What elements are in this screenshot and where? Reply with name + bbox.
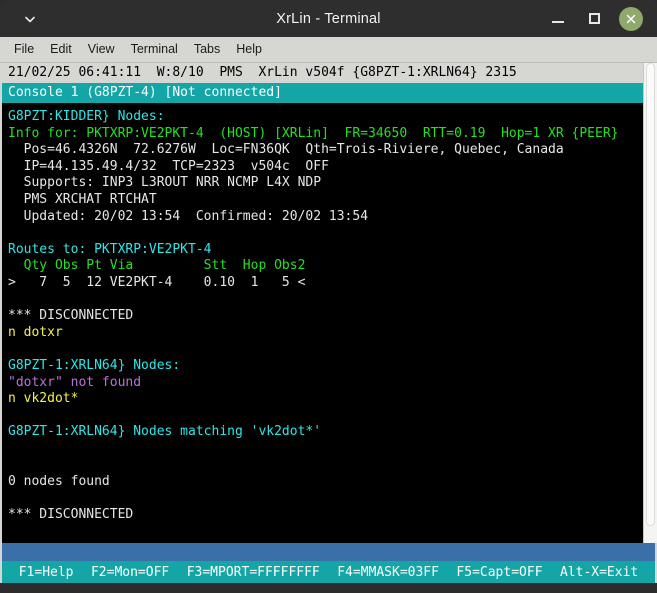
terminal-line: G8PZT-1:XRLN64} Nodes: bbox=[8, 357, 181, 373]
scrollbar-thumb[interactable] bbox=[646, 63, 655, 526]
maximize-icon bbox=[588, 13, 600, 24]
menu-bar: File Edit View Terminal Tabs Help bbox=[0, 37, 657, 63]
close-button[interactable] bbox=[619, 6, 643, 31]
terminal-console-line: Console 1 (G8PZT-4) [Not connected] bbox=[2, 83, 643, 103]
fkey-f3-mport[interactable]: F3=MPORT=FFFFFFFF bbox=[185, 565, 322, 580]
terminal-line: G8PZT:KIDDER} Nodes: bbox=[8, 109, 165, 124]
terminal-line: Info for: PKTXRP:VE2PKT-4 (HOST) [XRLin]… bbox=[8, 125, 619, 141]
terminal-line: Routes to: PKTXRP:VE2PKT-4 bbox=[8, 241, 212, 257]
terminal-line: "dotxr" not found bbox=[8, 374, 142, 390]
menu-item-tabs[interactable]: Tabs bbox=[186, 41, 228, 58]
fkey-f2-mon[interactable]: F2=Mon=OFF bbox=[89, 565, 171, 580]
terminal-line: *** DISCONNECTED bbox=[8, 507, 134, 523]
menu-item-edit[interactable]: Edit bbox=[42, 41, 80, 58]
terminal-line-list: G8PZT:KIDDER} Nodes: Info for: PKTXRP:VE2… bbox=[2, 103, 643, 524]
terminal-scrollbar[interactable] bbox=[643, 63, 657, 543]
menu-item-view[interactable]: View bbox=[80, 41, 123, 58]
menu-item-file[interactable]: File bbox=[6, 41, 42, 58]
terminal-line: Updated: 20/02 13:54 Confirmed: 20/02 13… bbox=[8, 208, 369, 224]
fkey-altx-exit[interactable]: Alt-X=Exit bbox=[558, 565, 640, 580]
terminal-line: IP=44.135.49.4/32 TCP=2323 v504c OFF bbox=[8, 158, 329, 174]
close-icon bbox=[626, 14, 636, 23]
terminal-status-line: 21/02/25 06:41:11 W:8/10 PMS XrLin v504f… bbox=[2, 63, 643, 83]
title-bar: XrLin - Terminal bbox=[0, 0, 657, 37]
terminal-line: 0 nodes found bbox=[8, 474, 110, 490]
minimize-button[interactable] bbox=[547, 8, 569, 30]
fkey-f5-capt[interactable]: F5=Capt=OFF bbox=[454, 565, 544, 580]
window-controls bbox=[547, 6, 657, 31]
terminal-output[interactable]: 21/02/25 06:41:11 W:8/10 PMS XrLin v504f… bbox=[2, 63, 643, 543]
terminal-line: Pos=46.4326N 72.6276W Loc=FN36QK Qth=Tro… bbox=[8, 142, 564, 158]
menu-item-terminal[interactable]: Terminal bbox=[123, 41, 186, 58]
terminal-line: n vk2dot* bbox=[8, 391, 79, 407]
window-menu-button[interactable] bbox=[0, 12, 60, 26]
window-bottom-edge bbox=[0, 583, 657, 593]
terminal-line: > 7 5 12 VE2PKT-4 0.10 1 5 < bbox=[8, 274, 306, 290]
command-input[interactable] bbox=[0, 543, 657, 561]
terminal-window: XrLin - Terminal File Edit View Terminal… bbox=[0, 0, 657, 593]
fkey-f4-mmask[interactable]: F4=MMASK=03FF bbox=[335, 565, 441, 580]
maximize-button[interactable] bbox=[583, 8, 605, 30]
terminal-line: n dotxr bbox=[8, 324, 63, 340]
terminal-line: Supports: INP3 L3ROUT NRR NCMP L4X NDP bbox=[8, 175, 322, 191]
menu-item-help[interactable]: Help bbox=[228, 41, 270, 58]
function-key-bar: F1=Help F2=Mon=OFF F3=MPORT=FFFFFFFF F4=… bbox=[0, 561, 657, 583]
terminal-line: PMS XRCHAT RTCHAT bbox=[8, 191, 157, 207]
terminal-line: G8PZT-1:XRLN64} Nodes matching 'vk2dot*' bbox=[8, 424, 322, 440]
terminal-line: Qty Obs Pt Via Stt Hop Obs2 bbox=[8, 258, 306, 274]
minimize-icon bbox=[552, 21, 564, 23]
terminal-line: *** DISCONNECTED bbox=[8, 308, 134, 324]
terminal-area: 21/02/25 06:41:11 W:8/10 PMS XrLin v504f… bbox=[0, 63, 657, 543]
fkey-f1-help[interactable]: F1=Help bbox=[17, 565, 76, 580]
chevron-down-icon bbox=[25, 16, 35, 22]
